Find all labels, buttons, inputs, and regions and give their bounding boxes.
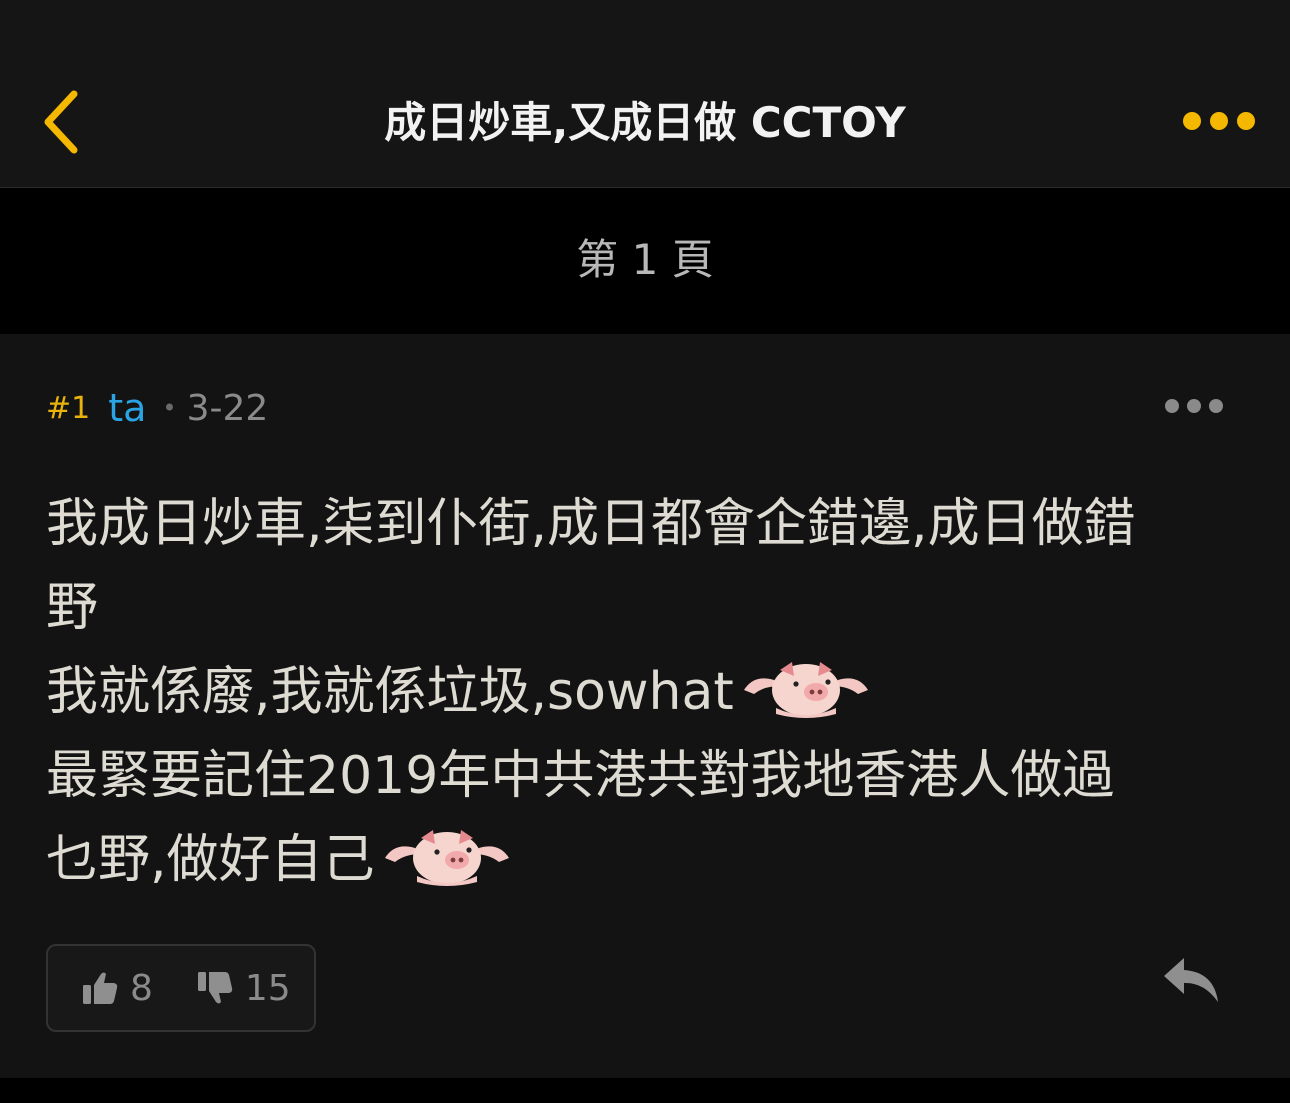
- dislike-count: 15: [244, 967, 291, 1009]
- post-more-button[interactable]: [1164, 396, 1224, 416]
- post-line: 我成日炒車,柒到仆街,成日都會企錯邊,成日做錯: [46, 494, 1136, 554]
- thread-title: 成日炒車,又成日做 CCTOY: [384, 98, 906, 147]
- post-line: 最緊要記住2019年中共港共對我地香港人做過: [46, 746, 1115, 806]
- dislike-button[interactable]: 15: [197, 968, 291, 1009]
- meta-separator: •: [162, 394, 177, 422]
- chevron-left-icon: [44, 90, 78, 154]
- top-nav-bar: 成日炒車,又成日做 CCTOY: [0, 0, 1290, 188]
- post-meta: #1 ta • 3-22: [46, 384, 268, 432]
- post-date: 3-22: [186, 387, 269, 429]
- page-number-label[interactable]: 第 1 頁: [0, 232, 1290, 288]
- thumbs-down-icon: [197, 972, 233, 1004]
- like-count: 8: [130, 967, 153, 1009]
- post-line: 我就係廢,我就係垃圾,sowhat: [46, 650, 1246, 734]
- reply-button[interactable]: [1162, 956, 1220, 1004]
- thumbs-up-icon: [83, 972, 118, 1004]
- like-button[interactable]: 8: [82, 968, 153, 1009]
- post-line: 乜野,做好自己: [46, 818, 1246, 902]
- thread-more-button[interactable]: [1182, 108, 1256, 134]
- bottom-separator: [0, 1078, 1290, 1103]
- post-author[interactable]: ta: [108, 386, 146, 430]
- reply-icon: [1164, 958, 1218, 1002]
- post-content: 我成日炒車,柒到仆街,成日都會企錯邊,成日做錯 野 我就係廢,我就係垃圾,sow…: [46, 482, 1246, 902]
- back-button[interactable]: [40, 88, 84, 156]
- more-horizontal-icon: [1165, 399, 1223, 413]
- post-line: 野: [46, 578, 99, 638]
- post-floor-number: #1: [46, 390, 91, 426]
- pig-emoji-icon: [740, 656, 872, 722]
- pig-emoji-icon: [381, 824, 513, 890]
- more-horizontal-icon: [1183, 112, 1255, 130]
- vote-box: 8 15: [46, 944, 316, 1032]
